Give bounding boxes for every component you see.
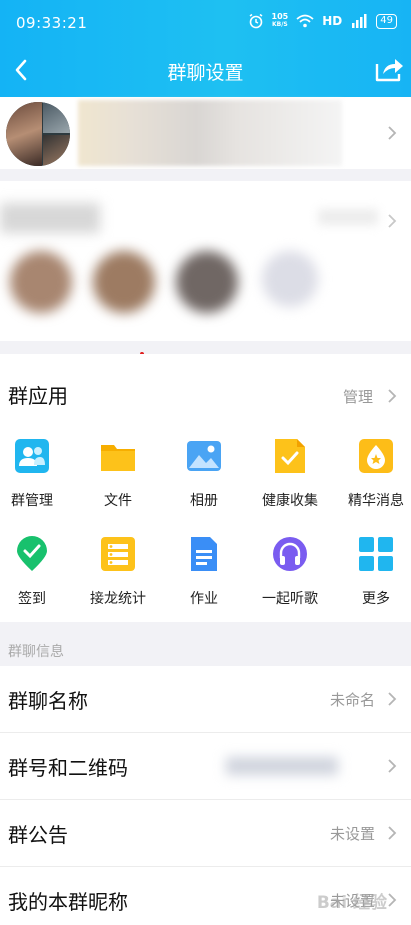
chevron-right-icon <box>388 759 397 773</box>
app-label: 精华消息 <box>348 493 404 509</box>
row-title: 群公告 <box>8 823 68 847</box>
app-label: 更多 <box>362 591 390 607</box>
blurred-members-count <box>318 209 378 225</box>
status-bar: 09:33:21 105 KB/S HD 49 <box>0 0 411 48</box>
app-essence-messages[interactable]: 精华消息 <box>335 438 411 510</box>
member-avatar <box>262 251 318 307</box>
app-label: 健康收集 <box>262 493 318 509</box>
apps-title: 群应用 <box>8 384 68 408</box>
blurred-members-title <box>0 203 100 233</box>
status-icons: 105 KB/S HD 49 <box>248 13 397 29</box>
page-title: 群聊设置 <box>167 62 244 84</box>
member-avatar <box>176 251 238 313</box>
row-value: 未设置 <box>329 825 375 843</box>
alarm-icon <box>249 13 262 29</box>
folder-icon <box>101 445 135 471</box>
battery-indicator: 49 <box>376 13 397 29</box>
chain-stats-icon <box>101 537 135 571</box>
essence-icon <box>359 439 393 473</box>
row-value: 未命名 <box>329 691 375 709</box>
headphones-icon <box>273 537 307 571</box>
apps-manage-link[interactable]: 管理 <box>343 386 373 407</box>
app-group-manage[interactable]: 群管理 <box>0 438 73 510</box>
blurred-group-name <box>78 100 342 166</box>
member-avatar <box>10 251 72 313</box>
album-icon <box>187 441 221 471</box>
chevron-right-icon <box>388 389 397 403</box>
row-title: 群号和二维码 <box>8 756 128 780</box>
row-group-number-qrcode[interactable]: 群号和二维码 <box>0 733 411 799</box>
chevron-right-icon <box>388 893 397 907</box>
more-grid-icon <box>359 537 393 571</box>
app-label: 文件 <box>104 493 132 509</box>
chevron-right-icon <box>388 214 397 228</box>
group-apps-section: 群应用 管理 群管理 文件 相册 健康收集 精华消息 签到 接龙统计 作业 一起… <box>0 354 411 622</box>
app-label: 作业 <box>190 591 218 607</box>
row-group-announcement[interactable]: 群公告 未设置 <box>0 800 411 866</box>
app-chain-stats[interactable]: 接龙统计 <box>77 536 159 608</box>
chevron-right-icon <box>388 126 397 140</box>
app-label: 一起听歌 <box>262 591 318 607</box>
app-header: 09:33:21 105 KB/S HD 49 群聊设置 <box>0 0 411 97</box>
app-label: 相册 <box>190 493 218 509</box>
checkin-icon <box>17 536 47 571</box>
blurred-group-number <box>226 757 338 775</box>
watermark: Bai 经验 <box>316 893 387 913</box>
group-avatar <box>6 102 70 166</box>
group-manage-icon <box>15 439 49 473</box>
group-members-card[interactable] <box>0 181 411 341</box>
row-title: 我的本群昵称 <box>8 890 128 914</box>
signal-icon <box>352 14 367 28</box>
app-label: 接龙统计 <box>90 591 146 607</box>
homework-icon <box>191 537 217 571</box>
section-label-group-info: 群聊信息 <box>8 644 64 660</box>
group-profile-card[interactable] <box>0 97 411 169</box>
health-collect-icon <box>275 439 305 473</box>
app-album[interactable]: 相册 <box>163 438 245 510</box>
app-label: 签到 <box>18 591 46 607</box>
member-avatar <box>93 251 155 313</box>
chevron-right-icon <box>388 826 397 840</box>
app-label: 群管理 <box>11 493 53 509</box>
row-group-name[interactable]: 群聊名称 未命名 <box>0 666 411 732</box>
wifi-icon <box>296 14 314 28</box>
app-listen-together[interactable]: 一起听歌 <box>249 536 331 608</box>
share-icon[interactable] <box>373 54 405 84</box>
app-files[interactable]: 文件 <box>77 438 159 510</box>
chevron-right-icon <box>388 692 397 706</box>
app-more[interactable]: 更多 <box>335 536 411 608</box>
nav-bar: 群聊设置 <box>0 48 411 97</box>
hd-indicator: HD <box>322 14 343 28</box>
status-time: 09:33:21 <box>16 14 88 32</box>
row-title: 群聊名称 <box>8 689 88 713</box>
app-homework[interactable]: 作业 <box>163 536 245 608</box>
app-health-collect[interactable]: 健康收集 <box>249 438 331 510</box>
net-speed: 105 KB/S <box>271 12 289 29</box>
app-checkin[interactable]: 签到 <box>0 536 73 608</box>
